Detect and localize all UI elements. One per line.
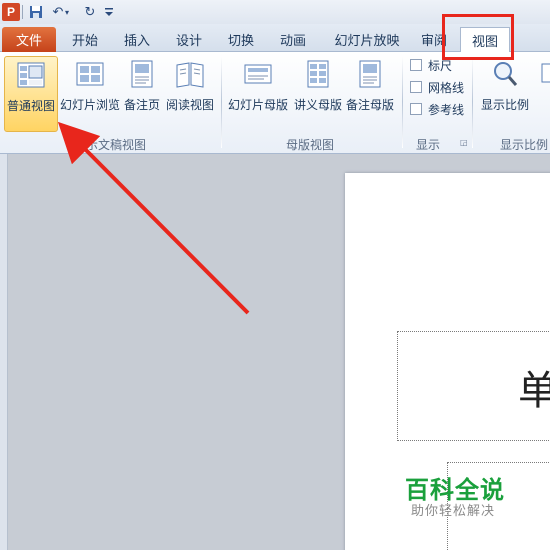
- normal-view-button[interactable]: 普通视图: [4, 56, 58, 132]
- slide-master-label: 幻灯片母版: [227, 98, 288, 112]
- gridlines-checkbox[interactable]: 网格线: [410, 78, 464, 96]
- handout-master-label: 讲义母版: [293, 98, 342, 112]
- slide-title-text: 单: [518, 368, 550, 414]
- guides-label: 参考线: [428, 102, 465, 117]
- tab-home[interactable]: 开始: [62, 27, 108, 52]
- tab-insert[interactable]: 插入: [114, 27, 160, 52]
- save-icon[interactable]: [26, 2, 46, 22]
- gridlines-checkbox-box[interactable]: [410, 81, 422, 93]
- zoom-label: 显示比例: [480, 98, 529, 112]
- view-tab-highlight-box: [442, 14, 514, 60]
- handout-master-icon: [307, 60, 329, 88]
- normal-view-icon: [17, 62, 45, 88]
- redo-icon[interactable]: ↻: [80, 2, 100, 22]
- powerpoint-window: P ↶ ▾ ↻ 文件 开始 插入 设计 切换 动画 幻灯片放映 审阅 视图 普通…: [0, 0, 550, 550]
- watermark-subtitle: 助你轻松解决: [411, 504, 496, 519]
- tab-transitions[interactable]: 切换: [218, 27, 264, 52]
- slide-sorter-icon: [76, 62, 104, 86]
- guides-checkbox[interactable]: 参考线: [410, 100, 464, 118]
- master-views-group-label: 母版视图: [285, 138, 334, 152]
- ribbon-view-panel: 普通视图 幻灯片浏览 备注页 阅读视图 演示文稿视图 幻灯片母版 讲义母版 备注…: [0, 52, 550, 154]
- tab-file[interactable]: 文件: [2, 27, 56, 52]
- group-separator: [472, 56, 473, 148]
- reading-view-label: 阅读视图: [165, 98, 214, 112]
- tab-animations[interactable]: 动画: [270, 27, 316, 52]
- zoom-magnifier-icon: [494, 62, 518, 86]
- reading-view-button[interactable]: 阅读视图: [164, 56, 216, 132]
- zoom-button[interactable]: 显示比例: [476, 56, 534, 132]
- customize-icon[interactable]: [102, 2, 116, 22]
- notes-master-button[interactable]: 备注母版: [344, 56, 396, 132]
- guides-checkbox-box[interactable]: [410, 103, 422, 115]
- slide-master-button[interactable]: 幻灯片母版: [226, 56, 290, 132]
- notes-page-icon: [131, 60, 153, 88]
- handout-master-button[interactable]: 讲义母版: [292, 56, 344, 132]
- notes-master-label: 备注母版: [345, 98, 394, 112]
- show-group-label: 显示: [415, 138, 440, 152]
- powerpoint-logo-icon[interactable]: P: [2, 3, 20, 21]
- slide-sorter-button[interactable]: 幻灯片浏览: [60, 56, 120, 132]
- reading-view-icon: [176, 62, 204, 88]
- presentation-views-group-label: 演示文稿视图: [73, 138, 146, 152]
- normal-view-label: 普通视图: [6, 99, 55, 113]
- slide-master-icon: [244, 64, 272, 84]
- undo-dropdown-icon[interactable]: ▾: [62, 2, 72, 22]
- notes-page-label: 备注页: [123, 98, 160, 112]
- gridlines-label: 网格线: [428, 80, 465, 95]
- slide-sorter-label: 幻灯片浏览: [60, 98, 121, 112]
- group-separator: [402, 56, 403, 148]
- qat-separator: [22, 5, 23, 19]
- notes-master-icon: [359, 60, 381, 88]
- show-dialog-launcher-icon[interactable]: ◲: [460, 138, 469, 147]
- fit-to-window-button[interactable]: [538, 56, 550, 132]
- slides-pane-collapsed[interactable]: [0, 154, 8, 550]
- notes-page-button[interactable]: 备注页: [122, 56, 162, 132]
- fit-window-icon: [541, 63, 550, 83]
- tab-slideshow[interactable]: 幻灯片放映: [324, 27, 410, 52]
- ruler-checkbox-box[interactable]: [410, 59, 422, 71]
- zoom-group-label: 显示比例: [500, 138, 549, 152]
- group-separator: [221, 56, 222, 148]
- tab-design[interactable]: 设计: [166, 27, 212, 52]
